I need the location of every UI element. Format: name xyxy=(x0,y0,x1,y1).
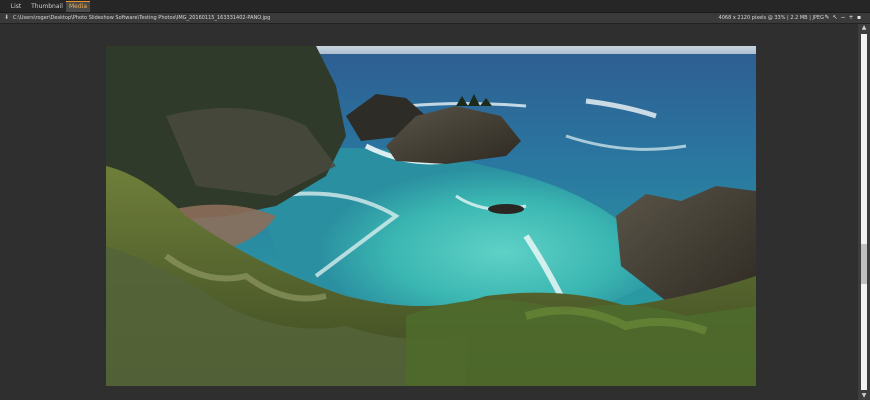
tab-thumbnail[interactable]: Thumbnail xyxy=(30,2,64,12)
view-toolbar: ✎ ↖ − + ▪ xyxy=(824,13,862,23)
fit-icon[interactable]: ↖ xyxy=(832,14,838,22)
tab-media[interactable]: Media xyxy=(66,1,90,12)
tab-list[interactable]: List xyxy=(4,2,28,12)
scroll-down-icon[interactable]: ▼ xyxy=(858,392,870,400)
image-info: 4068 x 2120 pixels @ 33% | 2.2 MB | JPEG xyxy=(718,15,824,21)
vertical-scrollbar[interactable]: ▲ ▼ xyxy=(858,24,870,400)
media-canvas[interactable] xyxy=(0,24,858,400)
path-bar: ⬇ C:\Users\roger\Desktop\Photo Slideshow… xyxy=(0,13,870,24)
pin-icon[interactable]: ✎ xyxy=(824,14,830,22)
file-path: C:\Users\roger\Desktop\Photo Slideshow S… xyxy=(13,15,271,21)
folder-icon[interactable]: ⬇ xyxy=(4,15,10,21)
media-viewer-app: List Thumbnail Media ⬇ C:\Users\roger\De… xyxy=(0,0,870,400)
scroll-track[interactable] xyxy=(861,34,867,390)
landscape-photo xyxy=(106,46,756,386)
scroll-thumb[interactable] xyxy=(861,244,867,284)
scroll-up-icon[interactable]: ▲ xyxy=(858,24,870,32)
zoom-in-icon[interactable]: + xyxy=(848,14,854,22)
zoom-out-icon[interactable]: − xyxy=(840,14,846,22)
view-tabs: List Thumbnail Media xyxy=(0,0,870,13)
fullscreen-icon[interactable]: ▪ xyxy=(856,14,862,22)
